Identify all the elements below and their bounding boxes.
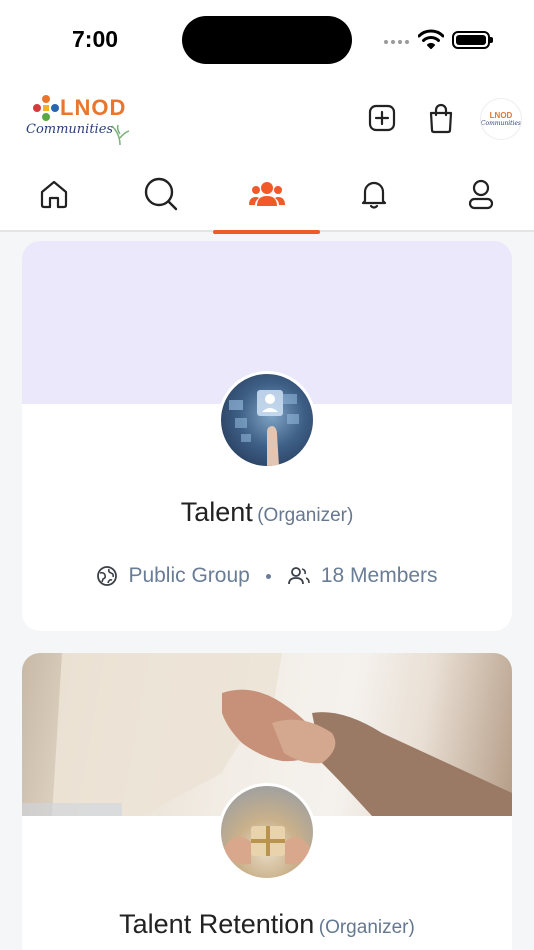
logo-mark-icon (33, 95, 59, 121)
plus-square-icon (368, 104, 396, 132)
tab-notifications[interactable] (320, 156, 427, 232)
separator-dot (265, 573, 271, 579)
profile-avatar[interactable]: LNOD Communities (480, 98, 522, 140)
app-logo[interactable]: LNOD Communities (24, 90, 134, 150)
group-privacy: Public Group (128, 564, 250, 587)
wifi-icon (418, 29, 444, 49)
avatar-text-bottom: Communities (480, 120, 522, 127)
tab-bar (0, 156, 534, 234)
group-title: Talent Retention (Organizer) (22, 909, 512, 940)
battery-icon (452, 31, 493, 49)
app-header: LNOD Communities LNOD Communities (0, 80, 534, 156)
tab-profile[interactable] (427, 156, 534, 232)
members-icon (287, 565, 311, 587)
tab-search[interactable] (107, 156, 214, 232)
group-role: (Organizer) (257, 505, 354, 526)
home-icon (40, 180, 67, 209)
group-title: Talent (Organizer) (22, 497, 512, 528)
groups-icon (248, 182, 285, 206)
group-name[interactable]: Talent (181, 497, 253, 527)
group-card[interactable]: Talent (Organizer) Public Group 18 Membe… (22, 241, 512, 631)
tab-groups[interactable] (213, 156, 320, 234)
bell-icon (361, 181, 386, 209)
logo-subtext: Communities (26, 122, 114, 137)
cart-button[interactable] (423, 100, 459, 136)
tab-home[interactable] (0, 156, 107, 232)
shopping-bag-icon (429, 103, 453, 134)
globe-icon (96, 565, 118, 587)
group-card[interactable]: Talent Retention (Organizer) (22, 653, 512, 950)
group-name[interactable]: Talent Retention (119, 909, 314, 939)
user-icon (468, 179, 493, 210)
group-meta: Public Group 18 Members (22, 564, 512, 588)
group-avatar (218, 783, 316, 881)
group-role: (Organizer) (318, 917, 415, 938)
search-icon (144, 177, 177, 211)
status-time: 7:00 (72, 26, 119, 52)
create-button[interactable] (364, 100, 400, 136)
leaf-icon (111, 124, 130, 146)
logo-text: LNOD (60, 95, 127, 120)
avatar-text-top: LNOD (489, 111, 513, 120)
group-members: 18 Members (320, 564, 438, 587)
status-bar: 7:00 (0, 0, 534, 80)
dynamic-island (182, 16, 352, 64)
signal-icon (384, 40, 409, 44)
group-avatar (218, 371, 316, 469)
